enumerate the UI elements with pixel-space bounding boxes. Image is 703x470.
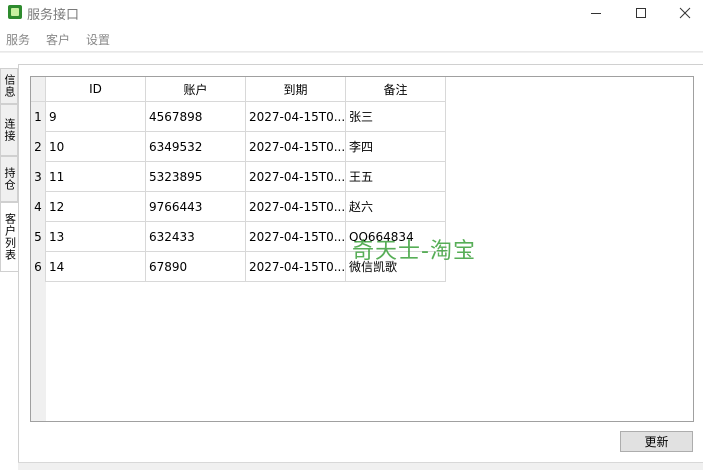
- cell-note[interactable]: 赵六: [346, 192, 446, 222]
- menu-customer[interactable]: 客户: [40, 31, 76, 48]
- minimize-button[interactable]: [573, 0, 619, 26]
- cell-note[interactable]: 王五: [346, 162, 446, 192]
- tab-customer-list-label: 客户列表: [3, 213, 17, 261]
- cell-account[interactable]: 5323895: [146, 162, 246, 192]
- close-button[interactable]: [662, 0, 703, 26]
- column-header-note[interactable]: 备注: [346, 77, 446, 102]
- cell-note[interactable]: 张三: [346, 102, 446, 132]
- window-title: 服务接口: [27, 8, 80, 23]
- tab-connection-label: 连接: [3, 118, 16, 142]
- maximize-button[interactable]: [618, 0, 664, 26]
- app-icon: [8, 5, 22, 19]
- tab-connection[interactable]: 连接: [0, 104, 18, 156]
- tab-info[interactable]: 信息: [0, 68, 18, 104]
- update-button[interactable]: 更新: [620, 431, 693, 452]
- maximize-icon: [636, 8, 646, 18]
- cell-account[interactable]: 67890: [146, 252, 246, 282]
- cell-expiry[interactable]: 2027-04-15T0...: [246, 132, 346, 162]
- status-strip: [18, 462, 703, 470]
- title-bar: 服务接口: [0, 0, 703, 26]
- cell-note[interactable]: QQ664834: [346, 222, 446, 252]
- cell-account[interactable]: 6349532: [146, 132, 246, 162]
- vertical-tab-strip: 信息 连接 持仓 客户列表: [0, 68, 18, 460]
- column-header-expiry[interactable]: 到期: [246, 77, 346, 102]
- cell-note[interactable]: 李四: [346, 132, 446, 162]
- cell-account[interactable]: 9766443: [146, 192, 246, 222]
- column-header-id[interactable]: ID: [46, 77, 146, 102]
- minimize-icon: [591, 12, 601, 14]
- cell-expiry[interactable]: 2027-04-15T0...: [246, 162, 346, 192]
- column-header-account[interactable]: 账户: [146, 77, 246, 102]
- row-number[interactable]: 3: [31, 162, 46, 192]
- tab-customer-list[interactable]: 客户列表: [0, 202, 18, 272]
- cell-expiry[interactable]: 2027-04-15T0...: [246, 222, 346, 252]
- customer-table[interactable]: ID 账户 到期 备注 1 9 4567898 2027-04-15T0... …: [30, 76, 694, 422]
- tab-info-label: 信息: [3, 74, 16, 98]
- cell-id[interactable]: 9: [46, 102, 146, 132]
- row-number[interactable]: 5: [31, 222, 46, 252]
- row-number[interactable]: 6: [31, 252, 46, 282]
- cell-id[interactable]: 14: [46, 252, 146, 282]
- cell-account[interactable]: 632433: [146, 222, 246, 252]
- cell-account[interactable]: 4567898: [146, 102, 246, 132]
- cell-id[interactable]: 12: [46, 192, 146, 222]
- cell-expiry[interactable]: 2027-04-15T0...: [246, 192, 346, 222]
- menu-settings[interactable]: 设置: [80, 31, 116, 48]
- cell-id[interactable]: 13: [46, 222, 146, 252]
- cell-note[interactable]: 微信凯歌: [346, 252, 446, 282]
- table-corner[interactable]: [31, 77, 46, 102]
- close-icon: [679, 7, 691, 19]
- row-number[interactable]: 4: [31, 192, 46, 222]
- menu-bar: 服务 客户 设置: [0, 29, 703, 49]
- tab-positions-label: 持仓: [3, 167, 16, 191]
- cell-expiry[interactable]: 2027-04-15T0...: [246, 252, 346, 282]
- tab-positions[interactable]: 持仓: [0, 156, 18, 202]
- menu-service[interactable]: 服务: [0, 31, 36, 48]
- row-number[interactable]: 1: [31, 102, 46, 132]
- row-number[interactable]: 2: [31, 132, 46, 162]
- cell-id[interactable]: 10: [46, 132, 146, 162]
- menu-divider: [0, 51, 703, 53]
- cell-expiry[interactable]: 2027-04-15T0...: [246, 102, 346, 132]
- cell-id[interactable]: 11: [46, 162, 146, 192]
